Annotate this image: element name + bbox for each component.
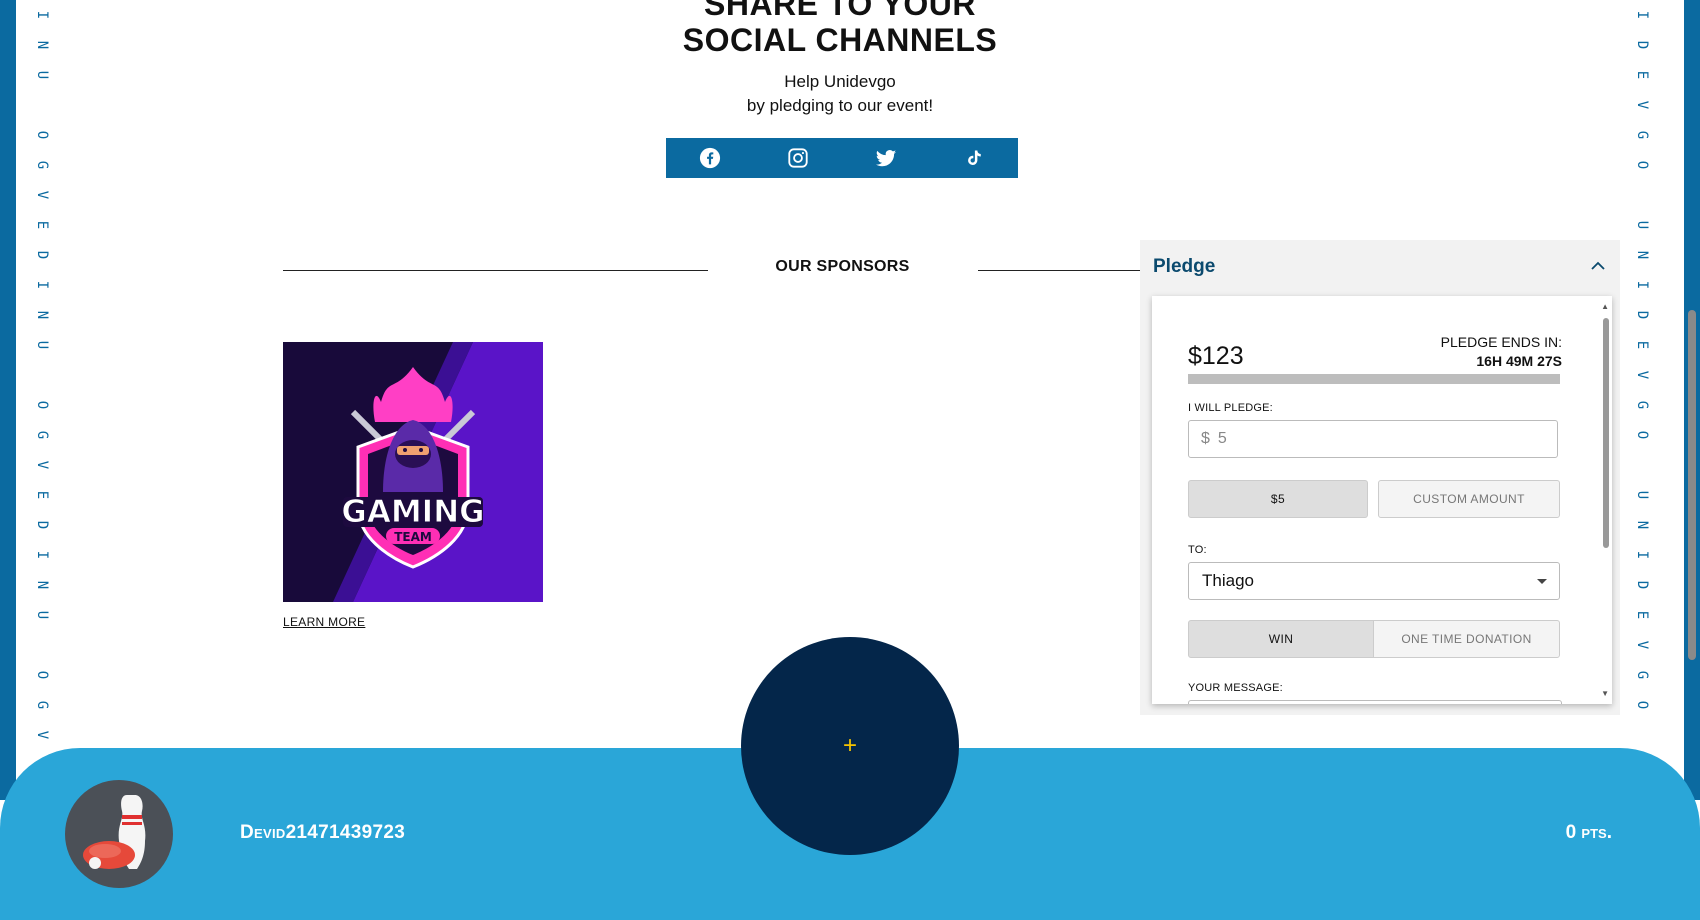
left-decorative-text: INU OGVEDINU OGVEDINU OGVED bbox=[35, 0, 49, 760]
pledge-ends-label: PLEDGE ENDS IN: bbox=[1440, 334, 1562, 350]
twitter-icon[interactable] bbox=[874, 146, 898, 170]
page-scrollbar[interactable] bbox=[1688, 310, 1696, 660]
pledge-progress-fill bbox=[1188, 374, 1560, 384]
sponsors-divider-right bbox=[978, 270, 1140, 271]
pledge-ends-time: 16H 49M 27S bbox=[1476, 353, 1562, 369]
sponsor-logo-subtext: TEAM bbox=[394, 530, 432, 544]
add-button[interactable]: + bbox=[741, 637, 959, 855]
currency-symbol: $ bbox=[1201, 430, 1210, 447]
share-title-line2: SOCIAL CHANNELS bbox=[682, 22, 998, 58]
social-share-bar bbox=[666, 138, 1018, 178]
left-side-strip bbox=[0, 0, 16, 800]
username: Devid21471439723 bbox=[240, 822, 406, 843]
points-display: 0 pts. bbox=[1565, 822, 1612, 843]
card-scrollbar[interactable] bbox=[1603, 318, 1609, 548]
share-subtitle-line1: Help Unidevgo bbox=[784, 72, 896, 91]
win-type-button[interactable]: WIN bbox=[1188, 620, 1374, 658]
pledge-amount-placeholder: 5 bbox=[1217, 430, 1227, 447]
card-scroll-down-icon[interactable]: ▼ bbox=[1601, 689, 1609, 698]
pledge-amount: $123 bbox=[1188, 342, 1244, 370]
recipient-select[interactable]: Thiago bbox=[1188, 562, 1560, 600]
share-subtitle: Help Unidevgo by pledging to our event! bbox=[640, 70, 1040, 118]
recipient-selected-value: Thiago bbox=[1202, 571, 1254, 590]
card-scroll-up-icon[interactable]: ▲ bbox=[1601, 302, 1609, 311]
message-label: YOUR MESSAGE: bbox=[1188, 682, 1283, 694]
sponsors-divider-left bbox=[283, 270, 708, 271]
bowling-icon bbox=[83, 795, 146, 869]
share-subtitle-line2: by pledging to our event! bbox=[746, 96, 934, 115]
message-textarea[interactable] bbox=[1188, 700, 1562, 704]
sponsor-logo-text: GAMING bbox=[341, 494, 484, 530]
pledge-progress-bar bbox=[1188, 374, 1560, 384]
pledge-title: Pledge bbox=[1153, 256, 1216, 277]
sponsors-title: OUR SPONSORS bbox=[775, 258, 910, 275]
tiktok-icon[interactable] bbox=[962, 146, 986, 170]
custom-amount-button[interactable]: CUSTOM AMOUNT bbox=[1378, 480, 1560, 518]
learn-more-link[interactable]: LEARN MORE bbox=[283, 615, 365, 629]
pledge-panel: Pledge ▲ ▼ $123 PLEDGE ENDS IN: 16H 49M … bbox=[1140, 240, 1620, 715]
pledge-amount-input[interactable]: $ 5 bbox=[1188, 420, 1558, 458]
pledge-card: ▲ ▼ $123 PLEDGE ENDS IN: 16H 49M 27S I W… bbox=[1152, 296, 1612, 704]
one-time-donation-button[interactable]: ONE TIME DONATION bbox=[1373, 620, 1560, 658]
instagram-icon[interactable] bbox=[786, 146, 810, 170]
sponsor-logo-gaming-team[interactable]: GAMING TEAM bbox=[283, 342, 543, 602]
share-title-line1: SHARE TO YOUR bbox=[703, 0, 977, 22]
facebook-icon[interactable] bbox=[698, 146, 722, 170]
avatar[interactable] bbox=[65, 780, 173, 888]
to-label: TO: bbox=[1188, 544, 1207, 556]
right-decorative-text: IDEVGO UNIDEVGO UNIDEVGO U bbox=[1635, 0, 1649, 760]
chevron-up-icon[interactable] bbox=[1588, 256, 1608, 276]
caret-down-icon bbox=[1537, 579, 1547, 584]
plus-icon: + bbox=[842, 732, 857, 759]
will-pledge-label: I WILL PLEDGE: bbox=[1188, 402, 1273, 414]
share-title: SHARE TO YOUR SOCIAL CHANNELS bbox=[560, 0, 1120, 58]
preset-5-button[interactable]: $5 bbox=[1188, 480, 1368, 518]
